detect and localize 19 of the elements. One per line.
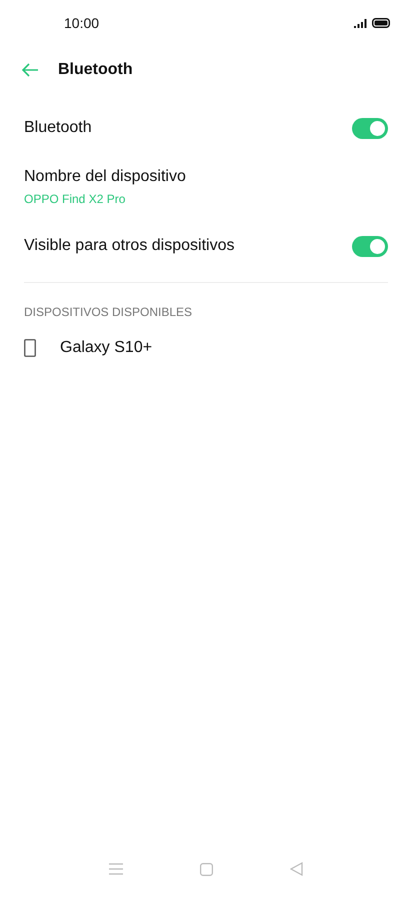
section-heading: DISPOSITIVOS DISPONIBLES — [23, 304, 194, 321]
menu-button[interactable] — [108, 863, 123, 875]
signal-icon — [354, 18, 367, 28]
device-item[interactable]: Galaxy S10+ — [0, 329, 412, 367]
home-button[interactable] — [200, 862, 213, 876]
setting-label[interactable]: Nombre del dispositivo — [24, 168, 186, 186]
triangle-icon — [290, 862, 304, 876]
toggle-switch[interactable] — [352, 118, 388, 138]
toggle-switch[interactable] — [352, 236, 388, 256]
menu-icon — [108, 863, 123, 875]
setting-label: Bluetooth — [24, 119, 92, 137]
page-title: Bluetooth — [58, 61, 133, 79]
status-time: 10:00 — [64, 15, 100, 31]
phone-icon — [24, 339, 36, 357]
square-icon — [200, 862, 213, 876]
back-nav-button[interactable] — [290, 862, 304, 876]
setting-value: OPPO Find X2 Pro — [24, 192, 126, 206]
battery-icon — [372, 18, 390, 28]
setting-label: Visible para otros dispositivos — [24, 237, 234, 255]
